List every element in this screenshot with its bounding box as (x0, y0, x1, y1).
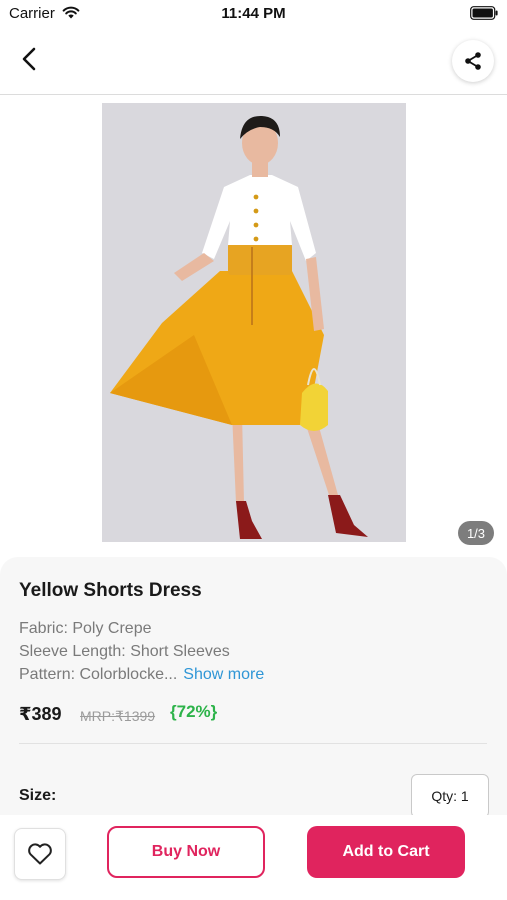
bottom-action-bar: Buy Now Add to Cart (0, 815, 507, 900)
product-image[interactable] (102, 103, 406, 542)
sleeve-attribute: Sleeve Length: Short Sleeves (19, 643, 230, 660)
status-bar: Carrier 11:44 PM (0, 0, 507, 28)
size-label: Size: (19, 787, 57, 804)
clock: 11:44 PM (221, 5, 286, 22)
dress-model-illustration (102, 103, 406, 542)
product-info-card: Yellow Shorts Dress Fabric: Poly Crepe S… (0, 557, 507, 827)
price: ₹389 (19, 704, 62, 724)
share-icon (465, 52, 481, 70)
quantity-label: Qty: 1 (431, 788, 469, 804)
nav-bar (0, 28, 507, 95)
show-more-link[interactable]: Show more (183, 666, 264, 683)
discount-badge: {72%} (170, 702, 218, 721)
quantity-selector[interactable]: Qty: 1 (411, 774, 489, 818)
buy-now-button[interactable]: Buy Now (107, 826, 265, 878)
image-counter: 1/3 (458, 521, 494, 545)
pattern-attribute-row: Pattern: Colorblocke... Show more (19, 666, 264, 684)
heart-icon (28, 843, 52, 865)
fabric-attribute: Fabric: Poly Crepe (19, 620, 152, 637)
back-button[interactable] (12, 42, 46, 76)
pattern-attribute: Pattern: Colorblocke... (19, 666, 178, 683)
add-to-cart-button[interactable]: Add to Cart (307, 826, 465, 878)
share-button[interactable] (452, 40, 494, 82)
wishlist-button[interactable] (14, 828, 66, 880)
chevron-left-icon (22, 47, 36, 71)
product-title: Yellow Shorts Dress (19, 580, 202, 601)
mrp-price: MRP:₹1399 (80, 708, 156, 724)
battery-icon (470, 6, 498, 20)
divider (19, 743, 487, 744)
